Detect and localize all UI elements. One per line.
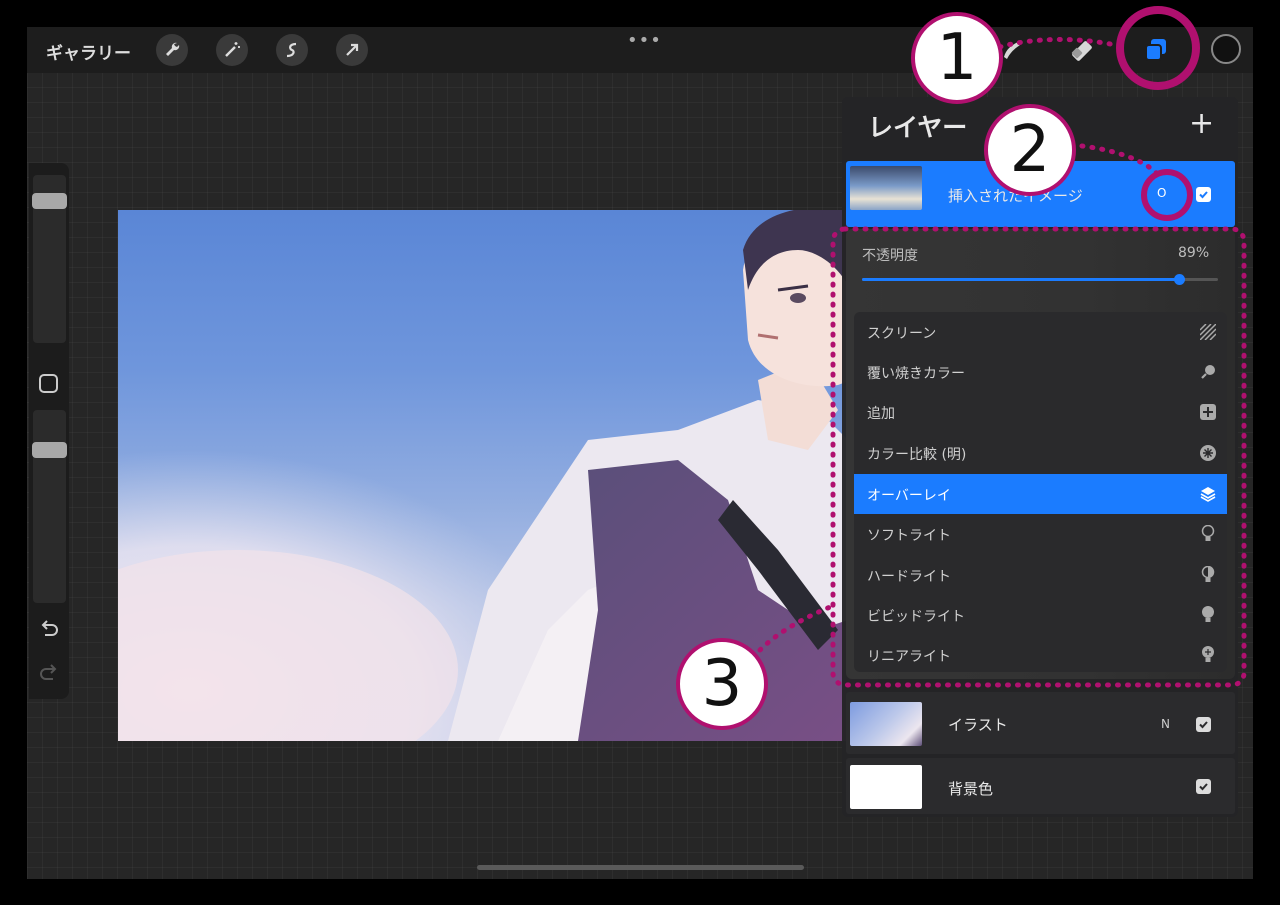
annotation-overlay — [757, 37, 1247, 688]
highlight-ring-blend-mode — [1141, 169, 1193, 221]
highlight-ring-layers-button — [1116, 6, 1200, 90]
callout-2: 2 — [984, 104, 1076, 196]
callout-1: 1 — [911, 12, 1003, 104]
callout-3: 3 — [676, 638, 768, 730]
